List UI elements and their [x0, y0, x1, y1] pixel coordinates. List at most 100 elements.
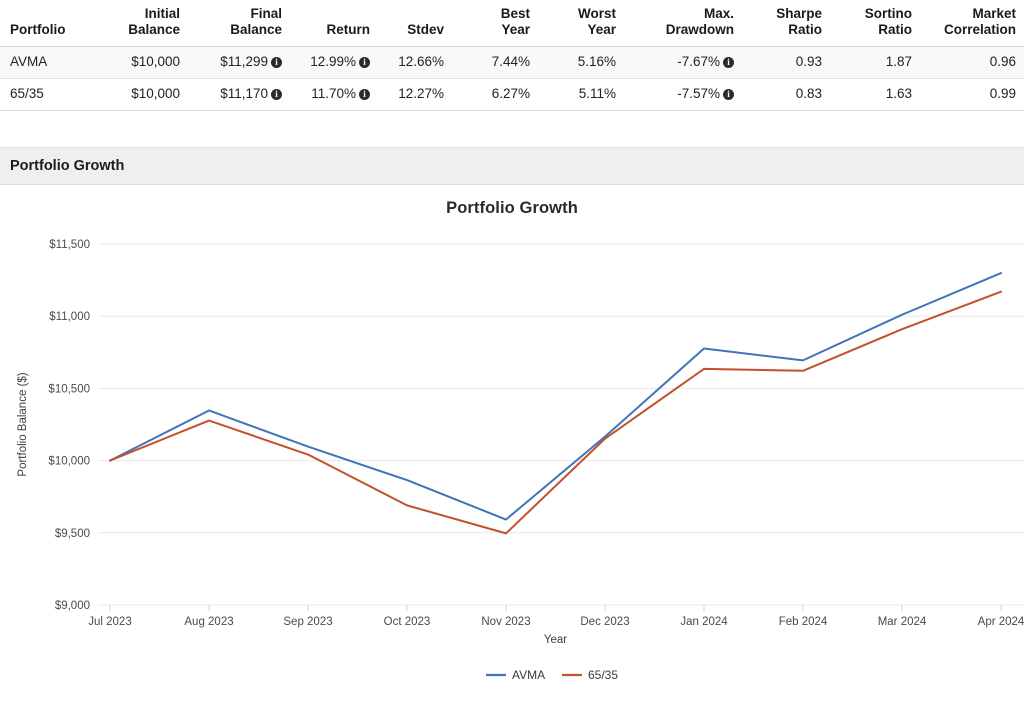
col-header-max-drawdown-line2: Drawdown [665, 22, 734, 38]
table-header: Portfolio Initial Balance Final Balance Re… [0, 0, 1024, 47]
portfolio-growth-chart: Portfolio Growth $9,000 $9,500 $10,000 $10,… [0, 185, 1024, 690]
series-line-avma [109, 271, 1002, 521]
col-header-portfolio-line1: Portfolio [10, 22, 66, 38]
info-icon[interactable]: i [723, 56, 734, 68]
legend-label-65-35[interactable]: 65/35 [588, 668, 618, 682]
chart-x-tick-labels: Jul 2023 Aug 2023 Sep 2023 Oct 2023 Nov 2023… [88, 616, 1024, 628]
cell-stdev: 12.66% [378, 46, 452, 79]
cell-worst-year: 5.11% [538, 78, 624, 111]
x-tick-label: Jan 2024 [680, 616, 728, 628]
col-header-sortino-ratio-line2: Ratio [878, 22, 912, 38]
cell-market-correlation: 0.96 [920, 46, 1024, 79]
table-row: 65/35 $10,000 $11,170 i 11.70% i 12.27% 6.… [0, 78, 1024, 111]
col-header-sharpe-ratio: Sharpe Ratio [742, 0, 830, 47]
x-tick-label: Dec 2023 [580, 616, 629, 628]
cell-best-year: 6.27% [452, 78, 538, 111]
col-header-sharpe-ratio-line2: Ratio [788, 22, 822, 38]
cell-max-drawdown-value: -7.57% [677, 85, 720, 101]
col-header-stdev: Stdev [378, 0, 452, 47]
col-header-market-correlation: Market Correlation [920, 0, 1024, 47]
col-header-final-balance: Final Balance [188, 0, 290, 47]
cell-sharpe-ratio: 0.93 [742, 46, 830, 79]
chart-series-lines [109, 271, 1002, 535]
info-icon[interactable]: i [359, 88, 370, 100]
col-header-sortino-ratio: Sortino Ratio [830, 0, 920, 47]
col-header-sortino-ratio-line1: Sortino [864, 6, 912, 21]
x-tick-label: Oct 2023 [384, 616, 431, 628]
x-tick-label: Jul 2023 [88, 616, 131, 628]
col-header-worst-year-line2: Year [587, 22, 616, 38]
cell-return: 12.99% i [290, 46, 378, 79]
section-header-portfolio-growth: Portfolio Growth [0, 146, 1024, 185]
cell-sortino-ratio: 1.87 [830, 46, 920, 79]
col-header-initial-balance: Initial Balance [104, 0, 188, 47]
table-header-row: Portfolio Initial Balance Final Balance Re… [0, 0, 1024, 47]
col-header-sharpe-ratio-line1: Sharpe [776, 6, 822, 21]
x-tick-label: Feb 2024 [779, 616, 828, 628]
x-tick-label: Mar 2024 [878, 616, 927, 628]
info-icon[interactable]: i [723, 88, 734, 100]
x-tick-label: Aug 2023 [184, 616, 233, 628]
chart-y-axis-title: Portfolio Balance ($) [17, 372, 29, 476]
cell-market-correlation: 0.99 [920, 78, 1024, 111]
col-header-final-balance-line2: Balance [230, 22, 282, 38]
col-header-worst-year-line1: Worst [577, 6, 616, 21]
col-header-initial-balance-line2: Balance [128, 22, 180, 38]
cell-final-balance: $11,299 i [188, 46, 290, 79]
col-header-market-correlation-line1: Market [972, 6, 1016, 21]
x-tick-label: Sep 2023 [283, 616, 332, 628]
cell-sortino-ratio: 1.63 [830, 78, 920, 111]
series-line-65-35 [109, 290, 1002, 535]
chart-gridlines [98, 243, 1024, 606]
y-tick-label: $10,500 [48, 383, 90, 395]
col-header-return-line1: Return [326, 22, 371, 38]
cell-max-drawdown: -7.57% i [624, 78, 742, 111]
chart-y-tick-labels: $9,000 $9,500 $10,000 $10,500 $11,000 $11,500 [48, 239, 90, 612]
chart-svg: $9,000 $9,500 $10,000 $10,500 $11,000 $11,500… [17, 239, 1024, 682]
chart-x-axis-title: Year [544, 634, 567, 646]
col-header-initial-balance-line1: Initial [144, 6, 180, 21]
cell-return: 11.70% i [290, 78, 378, 111]
legend-label-avma[interactable]: AVMA [512, 668, 545, 682]
cell-initial-balance: $10,000 [104, 46, 188, 79]
cell-max-drawdown: -7.67% i [624, 46, 742, 79]
cell-final-balance-value: $11,170 [220, 85, 268, 101]
cell-return-value: 11.70% [311, 85, 356, 101]
cell-max-drawdown-value: -7.67% [677, 53, 720, 69]
cell-portfolio: AVMA [0, 46, 104, 79]
col-header-best-year: Best Year [452, 0, 538, 47]
table-row: AVMA $10,000 $11,299 i 12.99% i 12.66% 7.4… [0, 46, 1024, 79]
cell-final-balance: $11,170 i [188, 78, 290, 111]
cell-stdev: 12.27% [378, 78, 452, 111]
info-icon[interactable]: i [359, 56, 370, 68]
col-header-return: Return [290, 0, 378, 47]
cell-initial-balance: $10,000 [104, 78, 188, 111]
portfolio-metrics-table: Portfolio Initial Balance Final Balance Re… [0, 0, 1024, 111]
col-header-max-drawdown-line1: Max. [703, 6, 734, 21]
col-header-best-year-line1: Best [500, 6, 530, 21]
cell-final-balance-value: $11,299 [220, 53, 268, 69]
section-header-title: Portfolio Growth [10, 157, 125, 174]
x-tick-label: Nov 2023 [481, 616, 530, 628]
cell-worst-year: 5.16% [538, 46, 624, 79]
y-tick-label: $9,000 [55, 600, 90, 612]
col-header-stdev-line1: Stdev [407, 22, 444, 38]
info-icon[interactable]: i [271, 56, 282, 68]
cell-sharpe-ratio: 0.83 [742, 78, 830, 111]
y-tick-label: $10,000 [48, 455, 90, 467]
col-header-best-year-line2: Year [501, 22, 530, 38]
chart-legend: AVMA 65/35 [486, 668, 618, 682]
info-icon[interactable]: i [271, 88, 282, 100]
table-body: AVMA $10,000 $11,299 i 12.99% i 12.66% 7.4… [0, 46, 1024, 111]
x-tick-label: Apr 2024 [978, 616, 1024, 628]
cell-portfolio: 65/35 [0, 78, 104, 111]
cell-best-year: 7.44% [452, 46, 538, 79]
col-header-max-drawdown: Max. Drawdown [624, 0, 742, 47]
metrics-table-container: Portfolio Initial Balance Final Balance Re… [0, 0, 1024, 111]
cell-return-value: 12.99% [310, 53, 356, 69]
y-tick-label: $11,500 [49, 239, 90, 251]
col-header-market-correlation-line2: Correlation [943, 22, 1016, 38]
chart-x-tick-marks [109, 604, 1002, 611]
col-header-worst-year: Worst Year [538, 0, 624, 47]
col-header-portfolio: Portfolio [0, 0, 104, 47]
